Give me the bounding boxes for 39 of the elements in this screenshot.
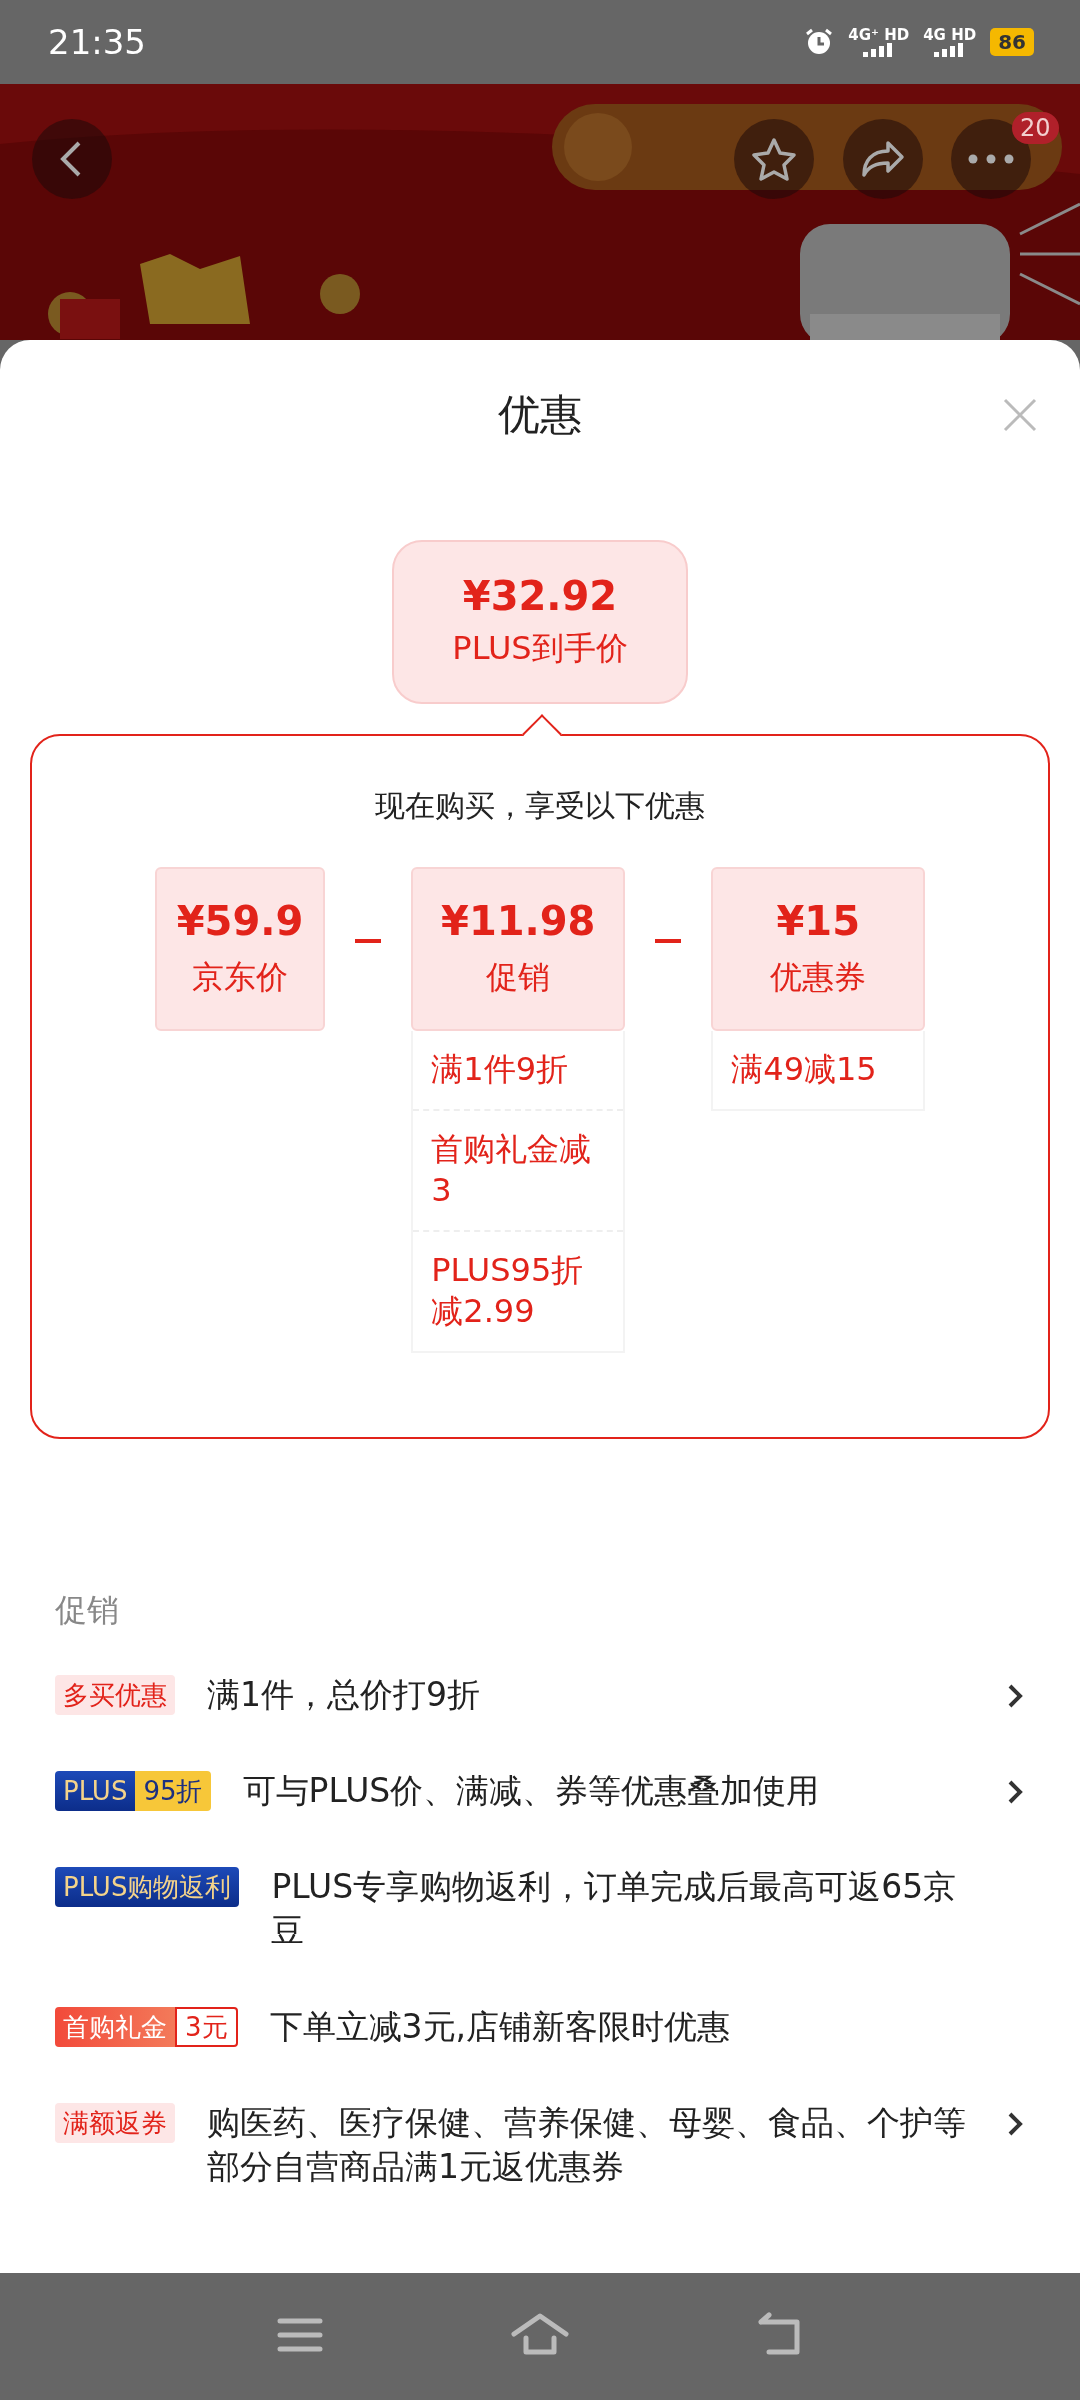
promo-text: 购医药、医疗保健、营养保健、母婴、食品、个护等部分自营商品满1元返优惠券 xyxy=(207,2102,967,2188)
breakdown-heading: 现在购买，享受以下优惠 xyxy=(374,787,706,825)
promo-tag: PLUS购物返利 xyxy=(55,1867,240,1907)
network-label: 4G⁺ HD xyxy=(848,27,910,43)
sheet-title: 优惠 xyxy=(498,389,582,441)
discount-detail: 首购礼金减3 xyxy=(413,1108,624,1230)
promo-tag: PLUS xyxy=(55,1771,136,1811)
home-icon xyxy=(510,2312,570,2358)
discount-detail: 满1件9折 xyxy=(430,1049,569,1090)
section-heading: 促销 xyxy=(55,1590,120,1631)
promo-text: 下单立减3元,店铺新客限时优惠 xyxy=(269,2006,732,2048)
discount-detail: PLUS95折减2.99 xyxy=(413,1229,624,1351)
minus-icon xyxy=(355,939,382,943)
promo-tag: 满额返券 xyxy=(55,2103,175,2143)
promo-tag: 首购礼金 xyxy=(55,2007,175,2047)
count-badge: 20 xyxy=(1012,112,1059,144)
network-label: 4G HD xyxy=(923,27,977,43)
battery-level: 86 xyxy=(990,28,1034,56)
alarm-icon xyxy=(804,27,835,57)
promo-tag: 3元 xyxy=(175,2007,238,2047)
minus-icon xyxy=(655,939,682,943)
promo-text: 满1件，总价打9折 xyxy=(207,1674,481,1716)
price-amount: ¥59.9 xyxy=(176,898,304,944)
more-icon xyxy=(968,154,1014,164)
price-amount: ¥15 xyxy=(776,898,860,944)
price-label: 促销 xyxy=(486,957,551,998)
discount-detail: 满49减15 xyxy=(730,1049,878,1090)
clock: 21:35 xyxy=(48,22,146,62)
promo-text: PLUS专享购物返利，订单完成后最高可返65京豆 xyxy=(271,1866,958,1952)
promo-text: 可与PLUS价、满减、券等优惠叠加使用 xyxy=(242,1770,821,1812)
price-label: 优惠券 xyxy=(770,957,867,998)
star-icon xyxy=(751,136,797,182)
price-label: 京东价 xyxy=(192,957,288,998)
price-amount: ¥11.98 xyxy=(441,898,596,944)
final-price: ¥32.92 xyxy=(462,573,618,619)
final-price-label: PLUS到手价 xyxy=(452,628,628,669)
promo-tag: 95折 xyxy=(135,1771,211,1811)
share-icon xyxy=(860,139,906,179)
promo-tag: 多买优惠 xyxy=(55,1675,175,1715)
